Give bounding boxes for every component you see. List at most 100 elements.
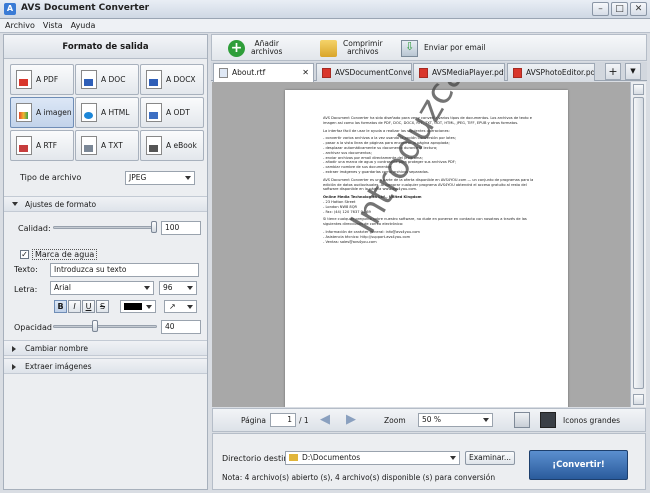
extract-images-header[interactable]: Extraer imágenes xyxy=(4,358,207,374)
chevron-down-icon xyxy=(144,286,150,290)
document-preview[interactable]: AVS Document Converter ha sido diseñado … xyxy=(212,82,630,407)
chevron-down-icon xyxy=(187,286,193,290)
format-rtf-button[interactable]: A RTF xyxy=(10,130,74,161)
document-page: AVS Document Converter ha sido diseñado … xyxy=(285,82,568,407)
app-icon: A xyxy=(4,3,16,15)
tab-about-rtf[interactable]: About.rtf ✕ xyxy=(213,63,314,82)
status-note: Nota: 4 archivo(s) abierto (s), 4 archiv… xyxy=(222,473,496,482)
rotation-select[interactable]: ↗ xyxy=(164,300,197,313)
preview-scrollbar[interactable] xyxy=(630,82,646,407)
pdf-file-icon xyxy=(322,68,331,78)
font-select[interactable]: Arial xyxy=(50,281,154,295)
format-settings-header[interactable]: Ajustes de formato xyxy=(4,196,207,212)
quality-label: Calidad: xyxy=(18,224,51,233)
zoom-select[interactable]: 50 % xyxy=(418,413,493,427)
folder-icon xyxy=(289,454,298,461)
email-icon xyxy=(401,39,418,57)
minimize-button[interactable]: – xyxy=(592,2,609,16)
scroll-up-button[interactable] xyxy=(633,84,644,95)
rtf-icon xyxy=(16,136,32,155)
rename-header[interactable]: Cambiar nombre xyxy=(4,340,207,356)
opacity-slider-track[interactable] xyxy=(53,325,157,328)
chevron-down-icon xyxy=(187,305,193,309)
format-image-button[interactable]: A imagen xyxy=(10,97,74,128)
opacity-slider-thumb[interactable] xyxy=(92,320,99,332)
chevron-down-icon xyxy=(185,176,191,180)
tab-list-button[interactable]: ▼ xyxy=(625,63,641,80)
view-mode-label: Iconos grandes xyxy=(563,416,621,425)
scroll-thumb[interactable] xyxy=(633,97,644,389)
format-txt-button[interactable]: A TXT xyxy=(75,130,139,161)
new-tab-button[interactable]: + xyxy=(605,63,621,80)
underline-button[interactable]: U xyxy=(82,300,95,313)
doc-icon xyxy=(81,70,97,89)
format-doc-button[interactable]: A DOC xyxy=(75,64,139,95)
menu-archivo[interactable]: Archivo xyxy=(5,19,35,32)
expand-icon xyxy=(12,364,16,370)
compress-files-button[interactable]: Comprimir archivos xyxy=(320,37,383,59)
bold-button[interactable]: B xyxy=(54,300,67,313)
font-size-select[interactable]: 96 xyxy=(159,281,197,295)
docx-icon xyxy=(146,70,162,89)
format-html-button[interactable]: A HTML xyxy=(75,97,139,128)
main-toolbar: + Añadir archivos Comprimir archivos Env… xyxy=(211,34,647,61)
tab-avsmediaplayer[interactable]: AVSMediaPlayer.pdf xyxy=(413,63,505,81)
pdf-icon xyxy=(16,70,32,89)
filetype-select[interactable]: JPEG xyxy=(125,171,195,185)
quality-input[interactable]: 100 xyxy=(161,221,201,235)
txt-icon xyxy=(81,136,97,155)
opacity-label: Opacidad xyxy=(14,323,52,332)
menu-bar: Archivo Vista Ayuda xyxy=(0,19,650,33)
color-picker[interactable] xyxy=(120,300,156,313)
collapse-icon xyxy=(12,202,18,206)
next-page-icon[interactable]: ▶ xyxy=(346,412,356,427)
maximize-button[interactable]: □ xyxy=(611,2,628,16)
document-tabs: About.rtf ✕ AVSDocumentConve... AVSMedia… xyxy=(211,62,647,82)
chevron-down-icon xyxy=(483,418,489,422)
opacity-input[interactable]: 40 xyxy=(161,320,201,334)
print-icon[interactable] xyxy=(514,412,530,428)
watermark-label: Marca de agua xyxy=(32,249,98,260)
tab-avsdocumentconverter[interactable]: AVSDocumentConve... xyxy=(316,63,412,81)
quality-slider-track[interactable] xyxy=(53,226,157,229)
close-button[interactable]: ✕ xyxy=(630,2,647,16)
format-ebook-button[interactable]: A eBook xyxy=(140,130,204,161)
close-tab-icon[interactable]: ✕ xyxy=(302,64,309,81)
quality-slider-thumb[interactable] xyxy=(151,221,157,233)
destination-select[interactable]: D:\Documentos xyxy=(285,451,460,465)
menu-vista[interactable]: Vista xyxy=(43,19,63,32)
convert-button[interactable]: ¡Convertir! xyxy=(529,450,628,480)
rtf-file-icon xyxy=(219,68,228,78)
grid-view-icon[interactable] xyxy=(540,412,556,428)
format-odt-button[interactable]: A ODT xyxy=(140,97,204,128)
font-label: Letra: xyxy=(14,285,38,294)
format-pdf-button[interactable]: A PDF xyxy=(10,64,74,95)
format-grid: A PDF A DOC A DOCX A imagen A HTML A ODT… xyxy=(10,64,204,161)
add-icon: + xyxy=(228,39,245,57)
filetype-label: Tipo de archivo xyxy=(20,173,82,182)
panel-title: Formato de salida xyxy=(4,35,207,59)
text-label: Texto: xyxy=(14,265,38,274)
scroll-down-button[interactable] xyxy=(633,394,644,405)
pdf-file-icon xyxy=(419,68,428,78)
watermark-checkbox[interactable]: ✓ xyxy=(20,250,29,259)
output-settings-bar: Directorio destino: D:\Documentos Examin… xyxy=(212,433,646,490)
window-controls: – □ ✕ xyxy=(592,2,647,16)
watermark-text-input[interactable]: Introduzca su texto xyxy=(50,263,199,277)
tab-avsphotoeditor[interactable]: AVSPhotoEditor.pdf xyxy=(507,63,595,81)
page-label: Página xyxy=(241,416,266,425)
folder-icon xyxy=(320,39,337,57)
add-files-button[interactable]: + Añadir archivos xyxy=(228,37,282,59)
format-docx-button[interactable]: A DOCX xyxy=(140,64,204,95)
send-email-button[interactable]: Enviar por email xyxy=(401,37,486,59)
strikethrough-button[interactable]: S xyxy=(96,300,109,313)
prev-page-icon[interactable]: ◀ xyxy=(320,412,330,427)
expand-icon xyxy=(12,346,16,352)
odt-icon xyxy=(146,103,162,122)
page-input[interactable]: 1 xyxy=(270,413,296,427)
italic-button[interactable]: I xyxy=(68,300,81,313)
menu-ayuda[interactable]: Ayuda xyxy=(71,19,96,32)
chevron-down-icon xyxy=(450,456,456,460)
browse-button[interactable]: Examinar... xyxy=(465,451,515,465)
title-bar: A AVS Document Converter – □ ✕ xyxy=(0,0,650,19)
